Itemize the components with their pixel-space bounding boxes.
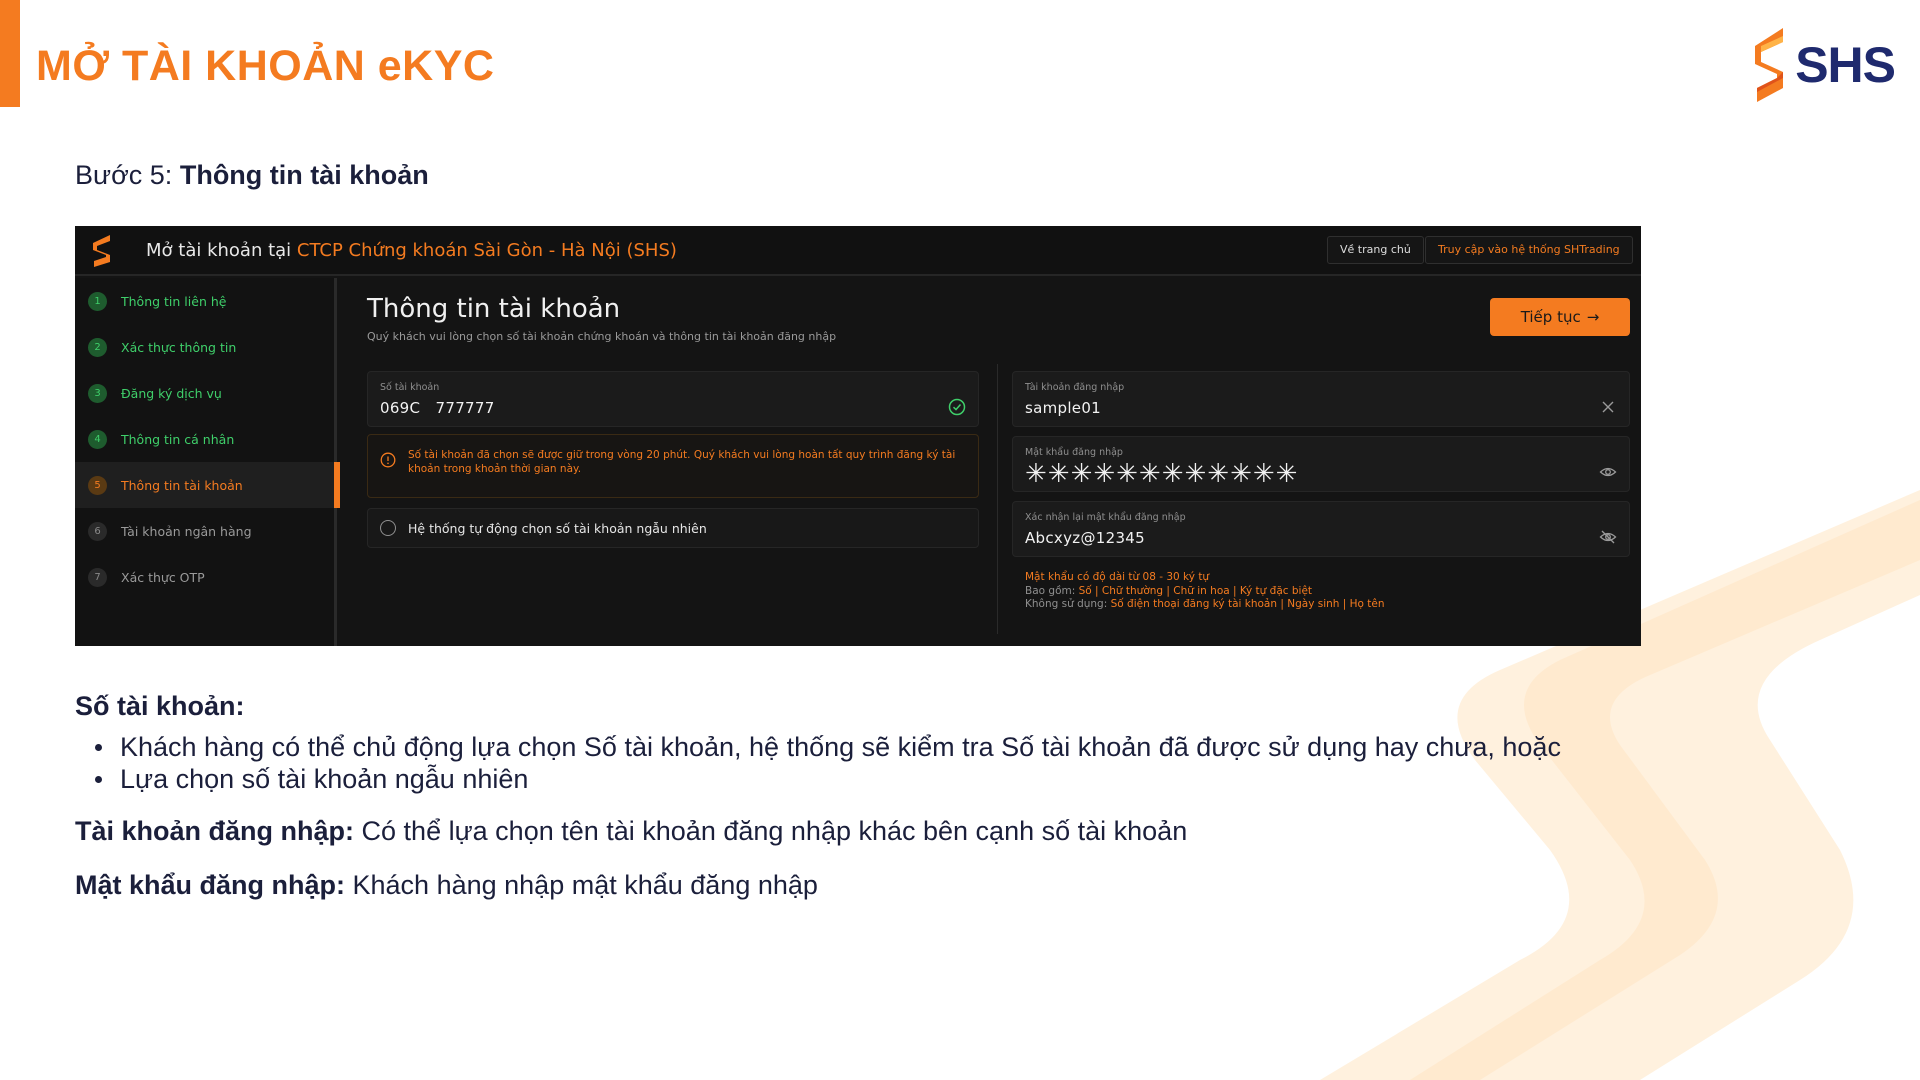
step-heading: Bước 5: Thông tin tài khoản [75,160,429,191]
password-note-text: Khách hàng nhập mật khẩu đăng nhập [352,870,818,900]
step-number: 5 [88,475,107,495]
step-number: 7 [88,567,107,587]
login-account-label: Tài khoản đăng nhập [1025,382,1125,393]
app-header-org: CTCP Chứng khoán Sài Gòn - Hà Nội (SHS) [296,240,677,261]
login-account-note-heading: Tài khoản đăng nhập: [75,816,355,846]
sidebar-item-verify-info[interactable]: 2 Xác thực thông tin [75,324,337,370]
sidebar-item-contact-info[interactable]: 1 Thông tin liên hệ [75,278,337,324]
step-number: 6 [88,521,107,541]
step-number: 4 [88,429,107,449]
sidebar-item-account-info[interactable]: 5 Thông tin tài khoản [75,462,340,508]
app-header-prefix: Mở tài khoản tại [146,240,292,261]
rule-exclude-prefix: Không sử dụng: [1025,598,1108,610]
check-circle-icon [948,398,966,416]
sidebar-item-label: Tài khoản ngân hàng [121,523,252,539]
shs-app-logo-icon[interactable] [91,235,113,267]
login-account-note: Tài khoản đăng nhập: Có thể lựa chọn tên… [75,816,1187,847]
reservation-warning: Số tài khoản đã chọn sẽ được giữ trong v… [367,434,979,498]
rule-include-prefix: Bao gồm: [1025,584,1076,597]
shtrading-access-button[interactable]: Truy cập vào hệ thống SHTrading [1425,236,1633,264]
random-account-radio[interactable] [380,520,396,536]
sidebar-item-label: Thông tin cá nhân [121,431,235,447]
app-header-title: Mở tài khoản tại CTCP Chứng khoán Sài Gò… [146,240,677,261]
clear-icon[interactable] [1599,398,1617,416]
account-number-label: Số tài khoản [380,382,440,393]
password-note: Mật khẩu đăng nhập: Khách hàng nhập mật … [75,870,818,901]
account-number-field[interactable]: Số tài khoản 069C 777777 [367,371,979,427]
confirm-password-label: Xác nhận lại mật khẩu đăng nhập [1025,512,1186,523]
eye-off-icon[interactable] [1599,528,1617,546]
account-number-bullets: Khách hàng có thể chủ động lựa chọn Số t… [95,731,1561,795]
login-account-note-text: Có thể lựa chọn tên tài khoản đăng nhập … [361,816,1188,846]
step-number: 2 [88,337,107,357]
password-rules: Mật khẩu có độ dài từ 08 - 30 ký tự Bao … [1025,571,1385,612]
form-subtitle: Quý khách vui lòng chọn số tài khoản chứ… [367,330,837,343]
ekyc-app-screenshot: Mở tài khoản tại CTCP Chứng khoán Sài Gò… [75,226,1641,646]
sidebar-item-otp[interactable]: 7 Xác thực OTP [75,554,337,600]
rule-include: Bao gồm: Số | Chữ thường | Chữ in hoa | … [1025,585,1385,599]
column-divider [997,364,998,634]
confirm-password-value: Abcxyz@12345 [1025,529,1145,547]
account-number-heading-text: Số tài khoản: [75,691,245,721]
list-item: Lựa chọn số tài khoản ngẫu nhiên [95,763,1561,795]
step-number: 1 [88,291,107,311]
sidebar-item-label: Thông tin tài khoản [121,477,243,493]
account-number-heading: Số tài khoản: [75,691,245,722]
app-header: Mở tài khoản tại CTCP Chứng khoán Sài Gò… [75,226,1641,276]
step-title: Thông tin tài khoản [179,160,429,190]
sidebar-item-personal-info[interactable]: 4 Thông tin cá nhân [75,416,337,462]
sidebar-item-label: Đăng ký dịch vụ [121,385,222,401]
warning-text: Số tài khoản đã chọn sẽ được giữ trong v… [408,449,956,475]
login-account-field[interactable]: Tài khoản đăng nhập sample01 [1012,371,1630,427]
form-title: Thông tin tài khoản [367,294,621,324]
slide-title: MỞ TÀI KHOẢN eKYC [36,42,495,90]
info-circle-icon [380,452,396,468]
random-account-option[interactable]: Hệ thống tự động chọn số tài khoản ngẫu … [367,508,979,548]
password-label: Mật khẩu đăng nhập [1025,447,1123,458]
password-value: ✳✳✳✳✳✳✳✳✳✳✳✳ [1025,459,1299,489]
sidebar-item-register-services[interactable]: 3 Đăng ký dịch vụ [75,370,337,416]
arrow-right-icon: → [1586,308,1600,326]
password-note-heading: Mật khẩu đăng nhập: [75,870,345,900]
login-account-value: sample01 [1025,399,1102,417]
home-button[interactable]: Về trang chủ [1327,236,1424,264]
sidebar-item-label: Xác thực thông tin [121,339,237,355]
continue-label: Tiếp tục [1520,308,1581,326]
list-item: Khách hàng có thể chủ động lựa chọn Số t… [95,731,1561,763]
rule-include-value: Số | Chữ thường | Chữ in hoa | Ký tự đặc… [1078,584,1313,597]
steps-sidebar: 1 Thông tin liên hệ 2 Xác thực thông tin… [75,278,340,646]
rule-exclude: Không sử dụng: Số điện thoại đăng ký tài… [1025,598,1385,612]
shs-logo-mark-icon [1755,28,1784,102]
step-prefix: Bước 5: [75,160,173,190]
random-account-label: Hệ thống tự động chọn số tài khoản ngẫu … [408,521,707,536]
sidebar-item-label: Thông tin liên hệ [121,293,227,309]
sidebar-item-bank-account[interactable]: 6 Tài khoản ngân hàng [75,508,337,554]
shs-logo: SHS [1753,28,1896,102]
shs-logo-text: SHS [1795,37,1896,93]
account-number-value: 069C 777777 [380,399,495,417]
confirm-password-field[interactable]: Xác nhận lại mật khẩu đăng nhập Abcxyz@1… [1012,501,1630,557]
title-accent-bar [0,0,20,107]
continue-button[interactable]: Tiếp tục → [1490,298,1630,336]
rule-exclude-value: Số điện thoại đăng ký tài khoản | Ngày s… [1110,598,1385,610]
password-field[interactable]: Mật khẩu đăng nhập ✳✳✳✳✳✳✳✳✳✳✳✳ [1012,436,1630,492]
step-number: 3 [88,383,107,403]
sidebar-item-label: Xác thực OTP [121,569,205,585]
rule-length: Mật khẩu có độ dài từ 08 - 30 ký tự [1025,571,1210,583]
eye-icon[interactable] [1599,463,1617,481]
